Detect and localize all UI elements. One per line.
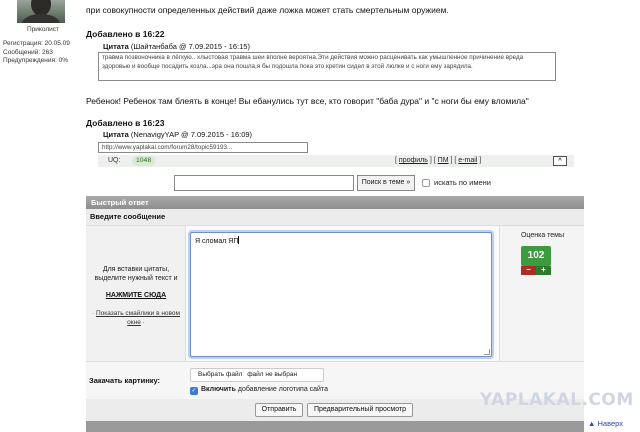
quote-label: Цитата [103,130,129,139]
quick-reply-form: Для вставки цитаты, выделите нужный текс… [86,225,584,362]
rating-label: Оценка темы [520,232,565,239]
search-by-name-checkbox[interactable] [422,179,430,187]
enter-message-label: Введите сообщение [86,209,584,225]
quote-box-1: травма позвоночника в лёгкую.. хлыстовая… [98,52,556,81]
site-watermark: YAPLAKAL.COM [480,390,634,410]
show-smiles-link[interactable]: Показать смайлики в новом окне [96,310,180,326]
quote-hint: Для вставки цитаты, выделите нужный текс… [94,266,178,282]
user-warnings: Предупреждения: 0% [3,57,68,64]
choose-file-button[interactable]: Выбрать файл [195,369,246,381]
quote-box-2[interactable]: http://www.yaplakal.com/forum28/topic591… [98,142,308,153]
added-time-2: Добавлено в 16:23 [86,118,165,128]
insert-quote-link[interactable]: НАЖМИТЕ СЮДА [88,292,184,299]
added-time-1: Добавлено в 16:22 [86,29,165,39]
email-link[interactable]: e-mail [458,157,477,164]
scroll-up-button[interactable]: ^ [553,156,567,166]
quote-header-2: Цитата (NenavigyYAP @ 7.09.2015 - 16:09) [103,130,252,139]
user-messages: Сообщений: 263 [3,48,53,56]
user-stats: Регистрация: 20.05.09 Сообщений: 263 Пре… [3,40,70,66]
quote-header-1: Цитата (Шайтанбаба @ 7.09.2015 - 16:15) [103,42,250,51]
user-rank: Приколист [27,26,59,33]
post-footer: UQ: 1048 [ профиль ] [ ПМ ] [ e-mail ] ^ [98,155,574,167]
rate-down-button[interactable]: − [521,266,536,275]
search-in-topic-button[interactable]: Поиск в теме » [357,175,415,191]
rate-up-button[interactable]: + [536,266,551,275]
send-button[interactable]: Отправить [255,403,303,417]
message-textarea[interactable]: Я сломал ЯП [190,232,492,357]
file-status: файл не выбран [247,371,298,378]
avatar[interactable] [17,0,65,23]
message-text: Я сломал ЯП [195,238,239,245]
post-reply-text: Ребенок! Ребенок там блеять в конце! Вы … [86,96,529,106]
quote-meta: (Шайтанбаба @ 7.09.2015 - 16:15) [130,42,250,51]
resize-handle[interactable] [484,349,490,355]
search-by-name-label: искать по имени [434,178,491,187]
user-panel: Приколист Регистрация: 20.05.09 Сообщени… [0,0,86,150]
rating-value: 102 [521,246,551,266]
bottom-bar [86,421,584,432]
quote-meta: (NenavigyYAP @ 7.09.2015 - 16:09) [130,130,253,139]
quote-help-panel: Для вставки цитаты, выделите нужный текс… [86,226,186,362]
rating-panel: Оценка темы 102 − + [499,226,584,362]
uq-label: UQ: [108,157,121,164]
pm-link[interactable]: ПМ [438,157,449,164]
upload-label: Закачать картинку: [89,376,161,385]
search-input[interactable] [174,175,354,191]
quick-reply-header: Быстрый ответ [86,196,584,209]
uq-badge: 1048 [132,156,156,166]
quote-label: Цитата [103,42,129,51]
logo-checkbox[interactable]: ✓ [190,387,198,395]
text-caret [238,236,240,244]
message-panel: Я сломал ЯП [187,226,499,362]
preview-button[interactable]: Предварительный просмотр [307,403,413,417]
user-registration: Регистрация: 20.05.09 [3,40,70,47]
post-links: [ профиль ] [ ПМ ] [ e-mail ] [395,157,482,164]
back-to-top-link[interactable]: ▲ Наверх [588,419,623,428]
post-intro-line: при совокупности определенных действий д… [86,5,449,15]
file-input[interactable]: Выбрать файл файл не выбран [190,368,324,382]
profile-link[interactable]: профиль [399,157,428,164]
logo-label: Включить добавление логотипа сайта [201,386,328,393]
smiles-line: · Показать смайлики в новом окне · [91,310,181,326]
